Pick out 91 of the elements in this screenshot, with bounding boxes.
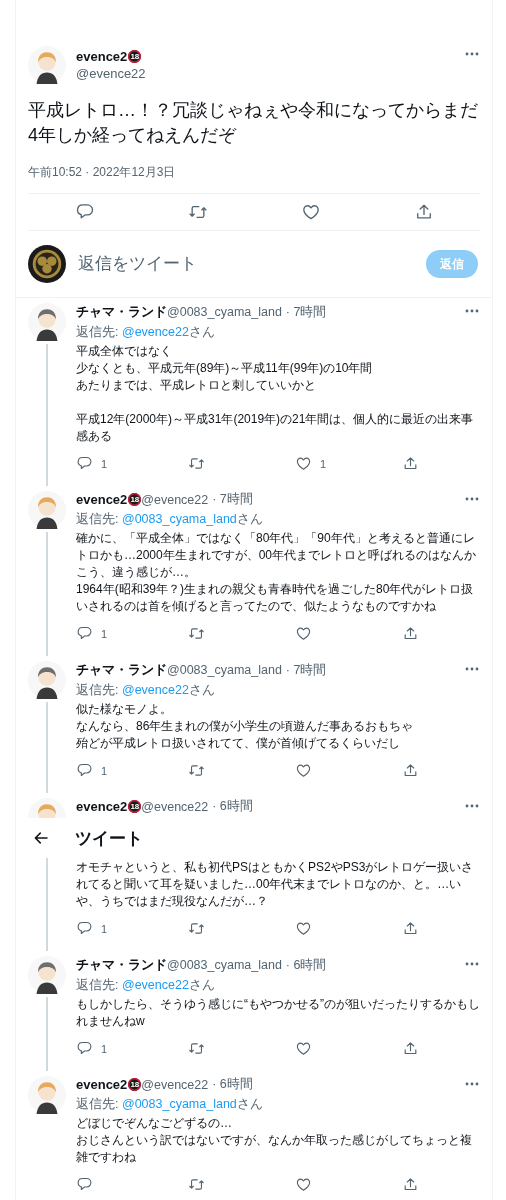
heart-icon[interactable]	[300, 202, 321, 222]
retweet-icon[interactable]	[188, 762, 205, 779]
count-label: 1	[101, 457, 108, 470]
more-icon[interactable]	[464, 1082, 480, 1086]
user-handle[interactable]: @0083_cyama_land	[167, 305, 282, 319]
comment-icon[interactable]	[76, 455, 93, 472]
reply-to-text: 返信先: @evence22さん	[76, 682, 216, 699]
user-name[interactable]: チャマ・ランド	[76, 956, 167, 974]
heart-icon[interactable]	[295, 1040, 312, 1057]
heart-icon[interactable]	[295, 920, 312, 937]
reply-text: 殆どが平成レトロ扱いされてて、僕が首傾げてるくらいだし	[76, 735, 401, 752]
retweet-icon[interactable]	[188, 1176, 205, 1193]
heart-icon[interactable]	[295, 625, 312, 642]
age-badge: 18	[128, 493, 142, 506]
heart-icon[interactable]	[295, 762, 312, 779]
user-handle[interactable]: @0083_cyama_land	[167, 663, 282, 677]
heart-icon[interactable]	[295, 1176, 312, 1193]
reply-text: 1964年(昭和39年？)生まれの親父も青春時代を過ごした80年代がレトロ扱いされるのは首を傾げると言ってたので、似たようなものですかね	[76, 581, 475, 615]
more-icon[interactable]	[464, 962, 480, 966]
retweet-icon[interactable]	[188, 920, 205, 937]
share-icon[interactable]	[402, 1176, 419, 1193]
reply-text: もしかしたら、そうゆう感じに“もやつかせる”のが狙いだったりするかもしれませんねw	[76, 996, 480, 1030]
tweet-text: 平成レトロ…！？冗談じゃねぇや令和になってからまだ4年しか経ってねえんだぞ	[28, 99, 479, 147]
reply-to-text: 返信先: @evence22さん	[76, 977, 216, 994]
post-time[interactable]: · 7時間	[285, 661, 327, 679]
avatar[interactable]	[28, 46, 66, 84]
age-badge: 18	[128, 1078, 142, 1091]
count-label: 1	[101, 922, 108, 935]
reply-to-text: 返信先: @evence22さん	[76, 324, 216, 341]
post-time[interactable]: · 6時間	[212, 798, 253, 815]
share-icon[interactable]	[402, 1040, 419, 1057]
comment-icon[interactable]	[76, 1176, 93, 1193]
more-icon[interactable]	[464, 497, 480, 501]
back-icon[interactable]	[32, 829, 50, 847]
avatar[interactable]	[28, 1076, 66, 1114]
user-handle[interactable]: @0083_cyama_land	[167, 958, 282, 972]
reply-text: どぼじでぞんなごどずるの…	[76, 1115, 233, 1132]
timestamp[interactable]: 午前10:52 · 2022年12月3日	[28, 164, 480, 181]
age-badge: 18	[128, 50, 142, 63]
count-label: 1	[101, 1042, 108, 1055]
post-time[interactable]: · 7時間	[212, 491, 253, 508]
age-badge: 18	[128, 800, 142, 813]
comment-icon[interactable]	[76, 625, 93, 642]
post-time[interactable]: · 6時間	[285, 956, 327, 974]
retweet-icon[interactable]	[188, 1040, 205, 1057]
share-icon[interactable]	[402, 455, 419, 472]
retweet-icon[interactable]	[188, 455, 205, 472]
reply-text: 似た様なモノよ。	[76, 701, 173, 718]
user-name[interactable]: evence2	[76, 1077, 128, 1092]
heart-icon[interactable]	[295, 455, 312, 472]
post-time[interactable]: · 6時間	[212, 1076, 253, 1093]
more-icon[interactable]	[464, 804, 480, 808]
user-name[interactable]: evence2	[76, 799, 128, 814]
reply-text: あたりまでは、平成レトロと刺していいかと	[76, 377, 317, 394]
user-name[interactable]: チャマ・ランド	[76, 661, 167, 679]
more-icon[interactable]	[464, 309, 480, 313]
more-icon[interactable]	[464, 52, 480, 56]
user-handle[interactable]: @evence22	[141, 1077, 209, 1092]
count-label: 1	[320, 457, 327, 470]
reply-to-text: 返信先: @0083_cyama_land さん	[76, 511, 264, 528]
avatar[interactable]	[28, 303, 66, 341]
user-name[interactable]: evence2	[76, 492, 128, 507]
count-label: 1	[101, 764, 108, 777]
crest-avatar[interactable]	[28, 245, 66, 283]
avatar[interactable]	[28, 491, 66, 529]
share-icon[interactable]	[402, 625, 419, 642]
user-handle[interactable]: @evence22	[141, 799, 209, 814]
share-icon[interactable]	[402, 920, 419, 937]
reply-text: おじさんという訳ではないですが、なんか年取った感じがしてちょっと複雑ですわね	[76, 1132, 473, 1166]
reply-text: なんなら、86年生まれの僕が小学生の頃遊んだ事あるおもちゃ	[76, 718, 415, 735]
post-time[interactable]: · 7時間	[285, 303, 327, 321]
comment-icon[interactable]	[76, 762, 93, 779]
comment-icon[interactable]	[76, 1040, 93, 1057]
share-icon[interactable]	[402, 762, 419, 779]
user-handle[interactable]: @evence22	[76, 66, 454, 81]
header-title: ツイート	[75, 827, 143, 850]
user-name[interactable]: チャマ・ランド	[76, 303, 167, 321]
reply-text: 確かに、「平成全体」ではなく「80年代」「90年代」と考えると普通にレトロかも…2000年生まれですが、00年代までレトロと呼ばれるのはなんかこう、違う感じが…。	[76, 530, 478, 581]
comment-icon[interactable]	[76, 920, 93, 937]
avatar[interactable]	[28, 956, 66, 994]
reply-text: 平成全体ではなく	[76, 343, 173, 360]
retweet-icon[interactable]	[188, 625, 205, 642]
reply-text: 平成12年(2000年)～平成31年(2019年)の21年間は、個人的に最近の出来事感ある	[76, 411, 475, 445]
reply-to-text: 返信先: @0083_cyama_land さん	[76, 1096, 264, 1113]
reply-text: オモチャというと、私も初代PSはともかくPS2やPS3がレトロゲー扱いされてると聞いて耳を疑いました…00年代末までレトロなのか、と。…いや、うちではまだ現役なんだが…？	[76, 859, 475, 910]
reply-text: 少なくとも、平成元年(89年)～平成11年(99年)の10年間	[76, 360, 374, 377]
user-handle[interactable]: @evence22	[141, 492, 209, 507]
avatar[interactable]	[28, 661, 66, 699]
user-name[interactable]: evence2	[76, 49, 128, 64]
more-icon[interactable]	[464, 667, 480, 671]
count-label: 1	[101, 627, 108, 640]
